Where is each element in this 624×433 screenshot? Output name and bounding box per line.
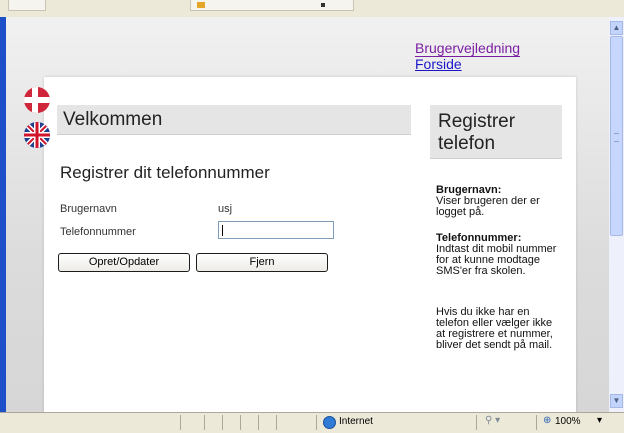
security-pane: ⚲ ▾ bbox=[476, 415, 537, 430]
danish-flag-icon[interactable] bbox=[24, 87, 50, 113]
home-link[interactable]: Forside bbox=[415, 56, 520, 72]
sidebar-title-line2: telefon bbox=[438, 133, 496, 154]
username-label: Brugernavn bbox=[60, 203, 117, 215]
protected-mode-icon[interactable]: ⚲ ▾ bbox=[485, 415, 500, 426]
status-pane bbox=[240, 415, 241, 430]
browser-tab-bar bbox=[0, 0, 624, 18]
scroll-down-button[interactable]: ▼ bbox=[610, 394, 623, 408]
status-pane bbox=[180, 415, 181, 430]
uk-flag-icon[interactable] bbox=[24, 122, 50, 148]
top-links: Brugervejledning Forside bbox=[415, 40, 521, 72]
user-guide-link[interactable]: Brugervejledning bbox=[415, 40, 521, 57]
browser-tab[interactable] bbox=[8, 0, 46, 11]
globe-icon bbox=[323, 416, 336, 429]
save-button[interactable]: Opret/Opdater bbox=[58, 253, 190, 272]
scroll-up-button[interactable]: ▲ bbox=[610, 21, 623, 35]
help-phone-text: Indtast dit mobil nummer for at kunne mo… bbox=[436, 243, 557, 277]
status-bar: Internet ⚲ ▾ ⊕ 100% ▾ bbox=[0, 412, 624, 433]
phone-label: Telefonnummer bbox=[60, 226, 136, 238]
status-pane bbox=[204, 415, 205, 430]
scroll-grip-icon bbox=[614, 133, 619, 142]
browser-tab-active[interactable] bbox=[190, 0, 354, 11]
page-title: Velkommen bbox=[57, 105, 411, 135]
status-pane bbox=[276, 415, 277, 430]
help-username: Brugernavn: Viser brugeren der er logget… bbox=[436, 185, 560, 218]
zoom-level[interactable]: 100% bbox=[555, 416, 581, 427]
status-pane bbox=[222, 415, 223, 430]
tab-dropdown-icon[interactable] bbox=[321, 3, 325, 7]
page-viewport: Brugervejledning Forside Velkommen Regis… bbox=[6, 17, 609, 412]
page-icon bbox=[197, 2, 205, 8]
zoom-icon: ⊕ bbox=[543, 415, 552, 426]
sidebar-title-line1: Registrer bbox=[438, 111, 516, 132]
form-heading: Registrer dit telefonnummer bbox=[60, 163, 270, 182]
scroll-thumb[interactable] bbox=[610, 36, 623, 236]
text-caret bbox=[222, 225, 223, 236]
username-value: usj bbox=[218, 203, 233, 215]
zone-pane: Internet bbox=[316, 415, 477, 430]
help-username-text: Viser brugeren der er logget på. bbox=[436, 195, 540, 218]
vertical-scrollbar[interactable]: ▲ ▼ bbox=[609, 17, 624, 412]
zoom-dropdown-icon[interactable]: ▾ bbox=[597, 415, 602, 426]
status-pane bbox=[258, 415, 259, 430]
remove-button[interactable]: Fjern bbox=[196, 253, 328, 272]
phone-input[interactable] bbox=[218, 221, 334, 239]
help-note: Hvis du ikke har en telefon eller vælger… bbox=[436, 306, 553, 351]
zone-label: Internet bbox=[339, 416, 373, 427]
help-phone: Telefonnummer: Indtast dit mobil nummer … bbox=[436, 233, 560, 277]
zoom-pane[interactable]: ⊕ 100% ▾ bbox=[536, 415, 624, 430]
sidebar-title: Registrer telefon bbox=[430, 105, 562, 159]
